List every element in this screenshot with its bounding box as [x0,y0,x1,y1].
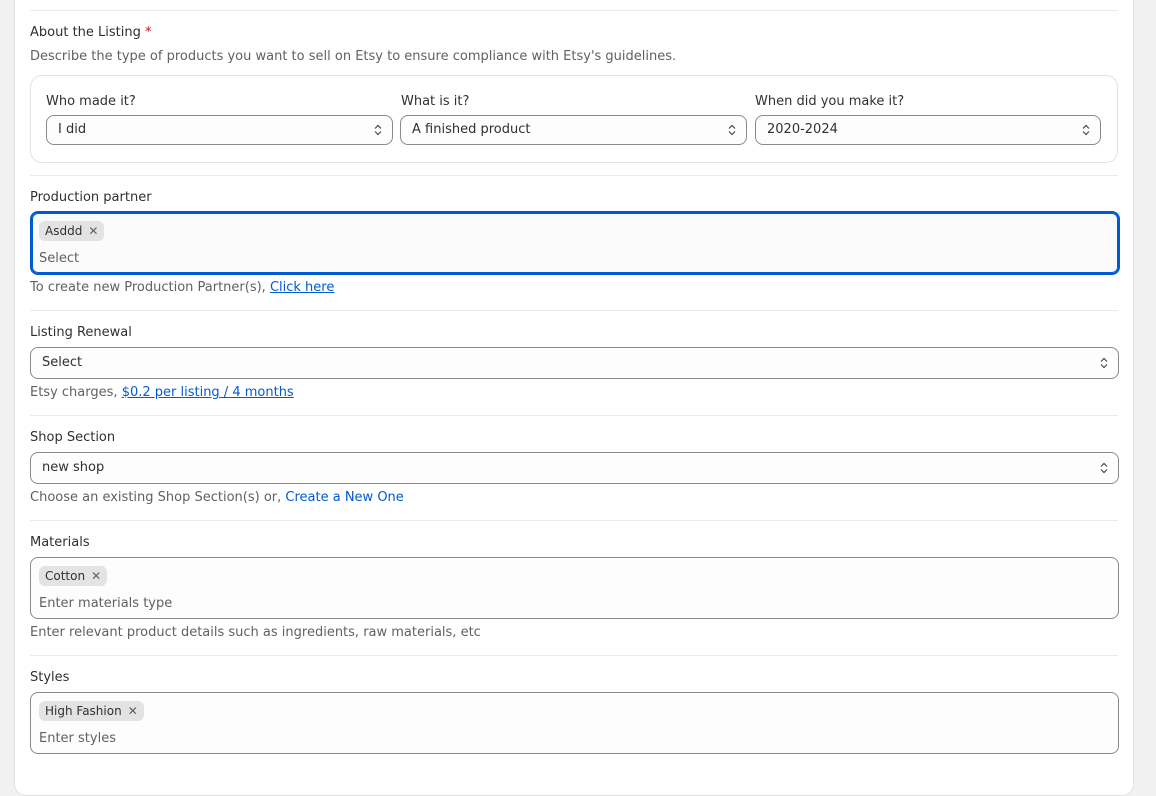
listing-renewal-help: Etsy charges, $0.2 per listing / 4 month… [30,385,294,400]
who-made-value: I did [58,122,87,137]
divider [30,175,1118,176]
listing-renewal-help-text: Etsy charges, [30,385,118,400]
about-listing-heading: About the Listing * [30,25,152,40]
when-made-select[interactable]: 2020-2024 [755,115,1101,145]
what-is-value: A finished product [412,122,531,137]
production-partner-help-text: To create new Production Partner(s), [30,280,266,295]
divider [30,655,1118,656]
materials-label: Materials [30,535,90,550]
production-partner-label: Production partner [30,190,152,205]
tag-label: Asddd [45,224,83,238]
listing-renewal-value: Select [42,355,83,370]
when-made-value: 2020-2024 [767,122,838,137]
chevron-up-down-icon [728,124,736,136]
what-is-select[interactable]: A finished product [400,115,747,145]
shop-section-help-text: Choose an existing Shop Section(s) or, [30,490,282,505]
close-icon[interactable]: ✕ [88,224,98,238]
chevron-up-down-icon [374,124,382,136]
shop-section-label: Shop Section [30,430,116,445]
click-here-link[interactable]: Click here [270,280,334,295]
about-listing-title: About the Listing [30,25,141,40]
tag-chip: High Fashion ✕ [39,701,144,721]
divider [30,310,1118,311]
listing-renewal-label: Listing Renewal [30,325,132,340]
shop-section-select[interactable]: new shop [30,452,1119,484]
chevron-up-down-icon [1100,357,1108,369]
styles-input[interactable] [39,729,1099,747]
tag-label: High Fashion [45,704,122,718]
shop-section-value: new shop [42,460,105,475]
materials-help: Enter relevant product details such as i… [30,625,481,640]
about-listing-description: Describe the type of products you want t… [30,49,677,64]
about-listing-group: Who made it? I did What is it? A finishe… [30,75,1118,163]
materials-input[interactable] [39,594,1099,612]
chevron-up-down-icon [1100,462,1108,474]
tag-label: Cotton [45,569,86,583]
listing-details-card: About the Listing * Describe the type of… [14,0,1134,796]
tag-chip: Asddd ✕ [39,221,105,241]
divider [30,415,1118,416]
shop-section-help: Choose an existing Shop Section(s) or, C… [30,490,404,505]
styles-combobox[interactable]: High Fashion ✕ [30,692,1119,754]
production-partner-input[interactable] [39,249,1099,267]
renewal-price-link[interactable]: $0.2 per listing / 4 months [122,385,294,400]
styles-label: Styles [30,670,70,685]
chevron-up-down-icon [1082,124,1090,136]
what-is-label: What is it? [401,94,470,109]
required-mark: * [145,25,152,40]
listing-renewal-select[interactable]: Select [30,347,1119,379]
close-icon[interactable]: ✕ [128,704,138,718]
divider [30,10,1118,11]
divider [30,520,1118,521]
materials-combobox[interactable]: Cotton ✕ [30,557,1119,619]
who-made-select[interactable]: I did [46,115,393,145]
create-shop-section-link[interactable]: Create a New One [285,490,403,505]
close-icon[interactable]: ✕ [91,569,101,583]
production-partner-combobox[interactable]: Asddd ✕ [30,211,1120,275]
production-partner-help: To create new Production Partner(s), Cli… [30,280,334,295]
when-made-label: When did you make it? [755,94,905,109]
tag-chip: Cotton ✕ [39,566,108,586]
who-made-label: Who made it? [46,94,136,109]
